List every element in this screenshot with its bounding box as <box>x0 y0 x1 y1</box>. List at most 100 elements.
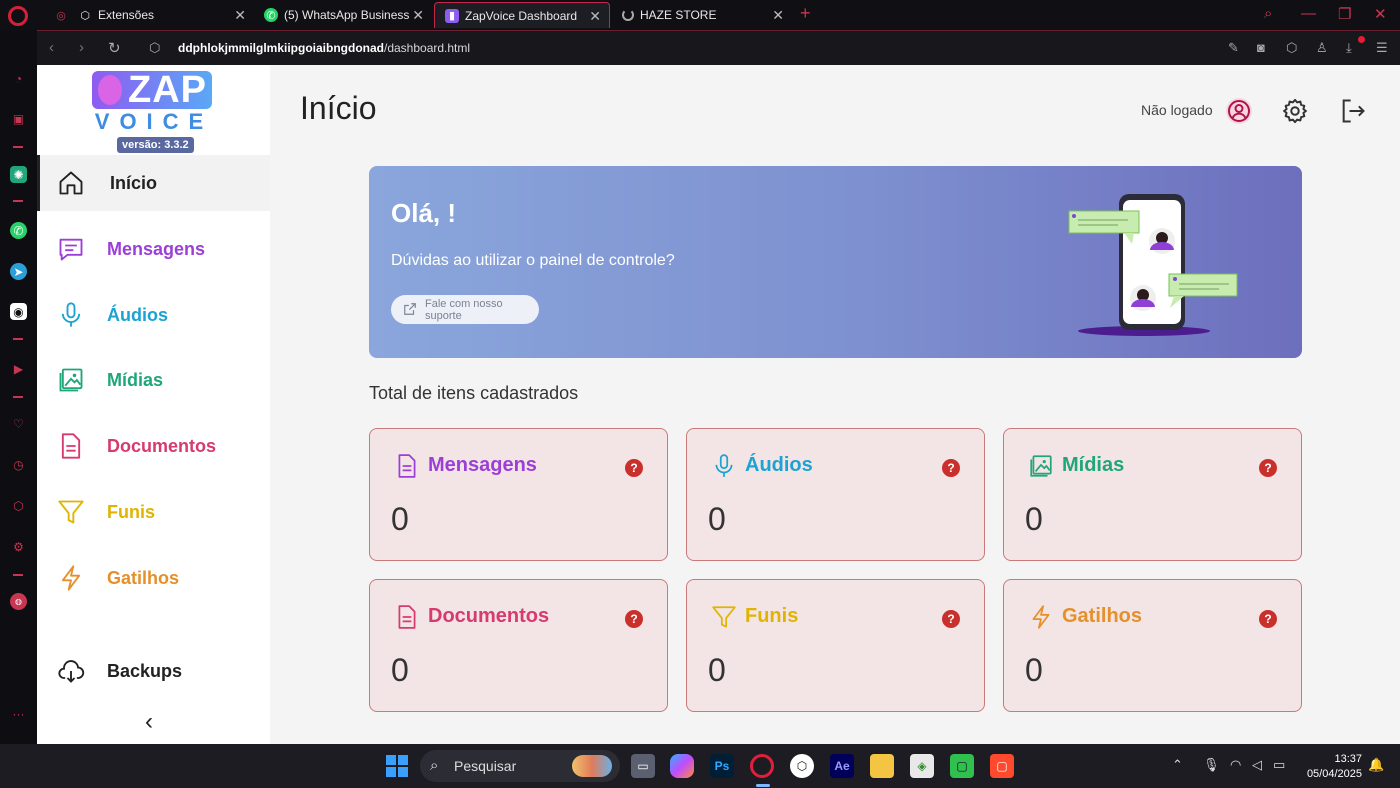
sidebar-item-funis[interactable]: Funis <box>37 484 270 540</box>
unity-icon[interactable]: ⬡ <box>790 754 814 778</box>
camera-icon[interactable]: ◙ <box>1257 40 1265 55</box>
support-button[interactable]: Fale com nosso suporte <box>391 295 539 324</box>
card-midias[interactable]: Mídias ? 0 <box>1003 428 1302 561</box>
player-icon[interactable]: ▶ <box>10 360 27 377</box>
url-host: ddphlokjmmilglmkiipgoiaibngdonad <box>178 41 384 55</box>
back-icon[interactable]: ‹ <box>49 39 54 56</box>
card-title: Gatilhos <box>1062 605 1143 627</box>
sidebar-item-label: Gatilhos <box>107 567 180 588</box>
tab-haze-store[interactable]: HAZE STORE ✕ <box>612 2 792 28</box>
card-gatilhos[interactable]: Gatilhos ? 0 <box>1003 579 1302 712</box>
help-icon[interactable]: ? <box>942 459 960 477</box>
help-icon[interactable]: ? <box>1259 610 1277 628</box>
card-count: 0 <box>1025 501 1043 537</box>
close-icon[interactable]: ✕ <box>589 8 601 25</box>
microphone-icon <box>715 454 733 477</box>
card-count: 0 <box>708 652 726 688</box>
volume-icon[interactable]: ◁ <box>1252 757 1262 773</box>
card-title: Mídias <box>1062 454 1125 476</box>
easy-setup-icon[interactable]: ☰ <box>1376 40 1388 56</box>
user-avatar-icon[interactable] <box>1225 97 1253 125</box>
logout-icon[interactable] <box>1339 97 1367 125</box>
tab-whatsapp[interactable]: ✆ (5) WhatsApp Business ✕ <box>254 2 432 28</box>
extension-page-icon: ⬡ <box>149 40 161 55</box>
home-icon <box>59 171 83 195</box>
help-icon[interactable]: ? <box>1259 459 1277 477</box>
download-icon[interactable]: ⤓ <box>1346 40 1352 56</box>
chevron-up-icon[interactable]: ⌃ <box>1172 757 1183 773</box>
sidebar-item-documentos[interactable]: Documentos <box>37 418 270 474</box>
ublock-icon[interactable]: ◍ <box>10 593 27 610</box>
tab-label: HAZE STORE <box>640 8 717 22</box>
help-icon[interactable]: ? <box>942 610 960 628</box>
maximize-icon[interactable]: ❐ <box>1338 5 1351 23</box>
extensions-icon[interactable]: ⬡ <box>10 497 27 514</box>
maps-icon[interactable]: ◈ <box>910 754 934 778</box>
sidebar-item-audios[interactable]: Áudios <box>37 287 270 343</box>
opera-logo-icon[interactable] <box>8 6 28 26</box>
card-mensagens[interactable]: Mensagens ? 0 <box>369 428 668 561</box>
collapse-sidebar-icon[interactable]: ‹ <box>145 708 153 736</box>
taskbar-search-input[interactable]: ⌕ Pesquisar <box>420 750 620 782</box>
card-audios[interactable]: Áudios ? 0 <box>686 428 985 561</box>
help-icon[interactable]: ? <box>625 610 643 628</box>
reload-icon[interactable]: ↻ <box>108 39 121 57</box>
url-field[interactable]: ddphlokjmmilglmkiipgoiaibngdonad/dashboa… <box>178 41 470 55</box>
windows-start-icon[interactable] <box>385 754 409 778</box>
whatsapp-icon[interactable]: ✆ <box>10 222 27 239</box>
tab-extensions[interactable]: ◎ ⬡ Extensões ✕ <box>44 2 254 28</box>
logo-voice-text: VOICE <box>94 109 214 134</box>
copilot-icon[interactable] <box>670 754 694 778</box>
microphone-icon <box>61 302 81 327</box>
browser-tab-bar: ◎ ⬡ Extensões ✕ ✆ (5) WhatsApp Business … <box>0 0 1400 30</box>
search-icon[interactable]: ⌕ <box>1264 5 1272 22</box>
profile-icon[interactable]: ♙ <box>1316 40 1328 56</box>
notifications-icon[interactable]: 🔔 <box>1368 757 1384 773</box>
card-documentos[interactable]: Documentos ? 0 <box>369 579 668 712</box>
speed-dial-icon[interactable]: ◔ <box>10 70 27 87</box>
cube-icon: ⬡ <box>80 9 90 22</box>
discord-icon[interactable]: ◉ <box>10 303 27 320</box>
whatsapp-icon: ✆ <box>264 8 278 22</box>
tab-zapvoice[interactable]: ▮ ZapVoice Dashboard ✕ <box>434 2 610 28</box>
capcut-icon[interactable]: ▢ <box>990 754 1014 778</box>
card-funis[interactable]: Funis ? 0 <box>686 579 985 712</box>
close-icon[interactable]: ✕ <box>412 7 424 24</box>
task-view-icon[interactable]: ▭ <box>631 754 655 778</box>
sidebar-item-midias[interactable]: Mídias <box>37 352 270 408</box>
photoshop-icon[interactable]: Ps <box>710 754 734 778</box>
sidebar-item-mensagens[interactable]: Mensagens <box>37 221 270 277</box>
sidebar-item-backups[interactable]: Backups <box>37 643 270 699</box>
taskbar-clock[interactable]: 13:37 05/04/2025 <box>1307 752 1362 782</box>
telegram-icon[interactable]: ➤ <box>10 263 27 280</box>
microphone-icon[interactable]: 🎙 <box>1203 757 1220 773</box>
history-icon[interactable]: ◷ <box>10 456 27 473</box>
close-icon[interactable]: ✕ <box>772 7 784 24</box>
camtasia-icon[interactable]: ▢ <box>950 754 974 778</box>
forward-icon[interactable]: › <box>79 39 84 56</box>
settings-gear-icon[interactable] <box>1281 97 1309 125</box>
loading-icon <box>622 9 634 21</box>
heart-icon[interactable]: ♡ <box>10 415 27 432</box>
battery-icon[interactable]: ▭ <box>1273 757 1285 773</box>
extensions-icon[interactable]: ⬡ <box>1286 40 1297 56</box>
funnel-icon <box>58 500 84 524</box>
sidebar-item-inicio[interactable]: Início <box>37 155 270 211</box>
edit-icon[interactable]: ✎ <box>1228 40 1239 56</box>
bag-icon[interactable]: ▣ <box>10 110 27 127</box>
sidebar-item-gatilhos[interactable]: Gatilhos <box>37 550 270 606</box>
after-effects-icon[interactable]: Ae <box>830 754 854 778</box>
file-explorer-icon[interactable] <box>870 754 894 778</box>
minimize-icon[interactable]: — <box>1301 5 1316 22</box>
help-icon[interactable]: ? <box>625 459 643 477</box>
divider <box>13 146 23 148</box>
opera-taskbar-icon[interactable] <box>750 754 774 778</box>
search-placeholder: Pesquisar <box>454 758 517 774</box>
new-tab-button[interactable]: + <box>800 3 811 24</box>
settings-icon[interactable]: ⚙ <box>10 538 27 555</box>
wifi-icon[interactable]: ◠ <box>1230 757 1241 773</box>
more-icon[interactable]: ··· <box>10 705 27 722</box>
chatgpt-icon[interactable]: ✺ <box>10 166 27 183</box>
close-window-icon[interactable]: ✕ <box>1374 5 1387 23</box>
close-icon[interactable]: ✕ <box>234 7 246 24</box>
